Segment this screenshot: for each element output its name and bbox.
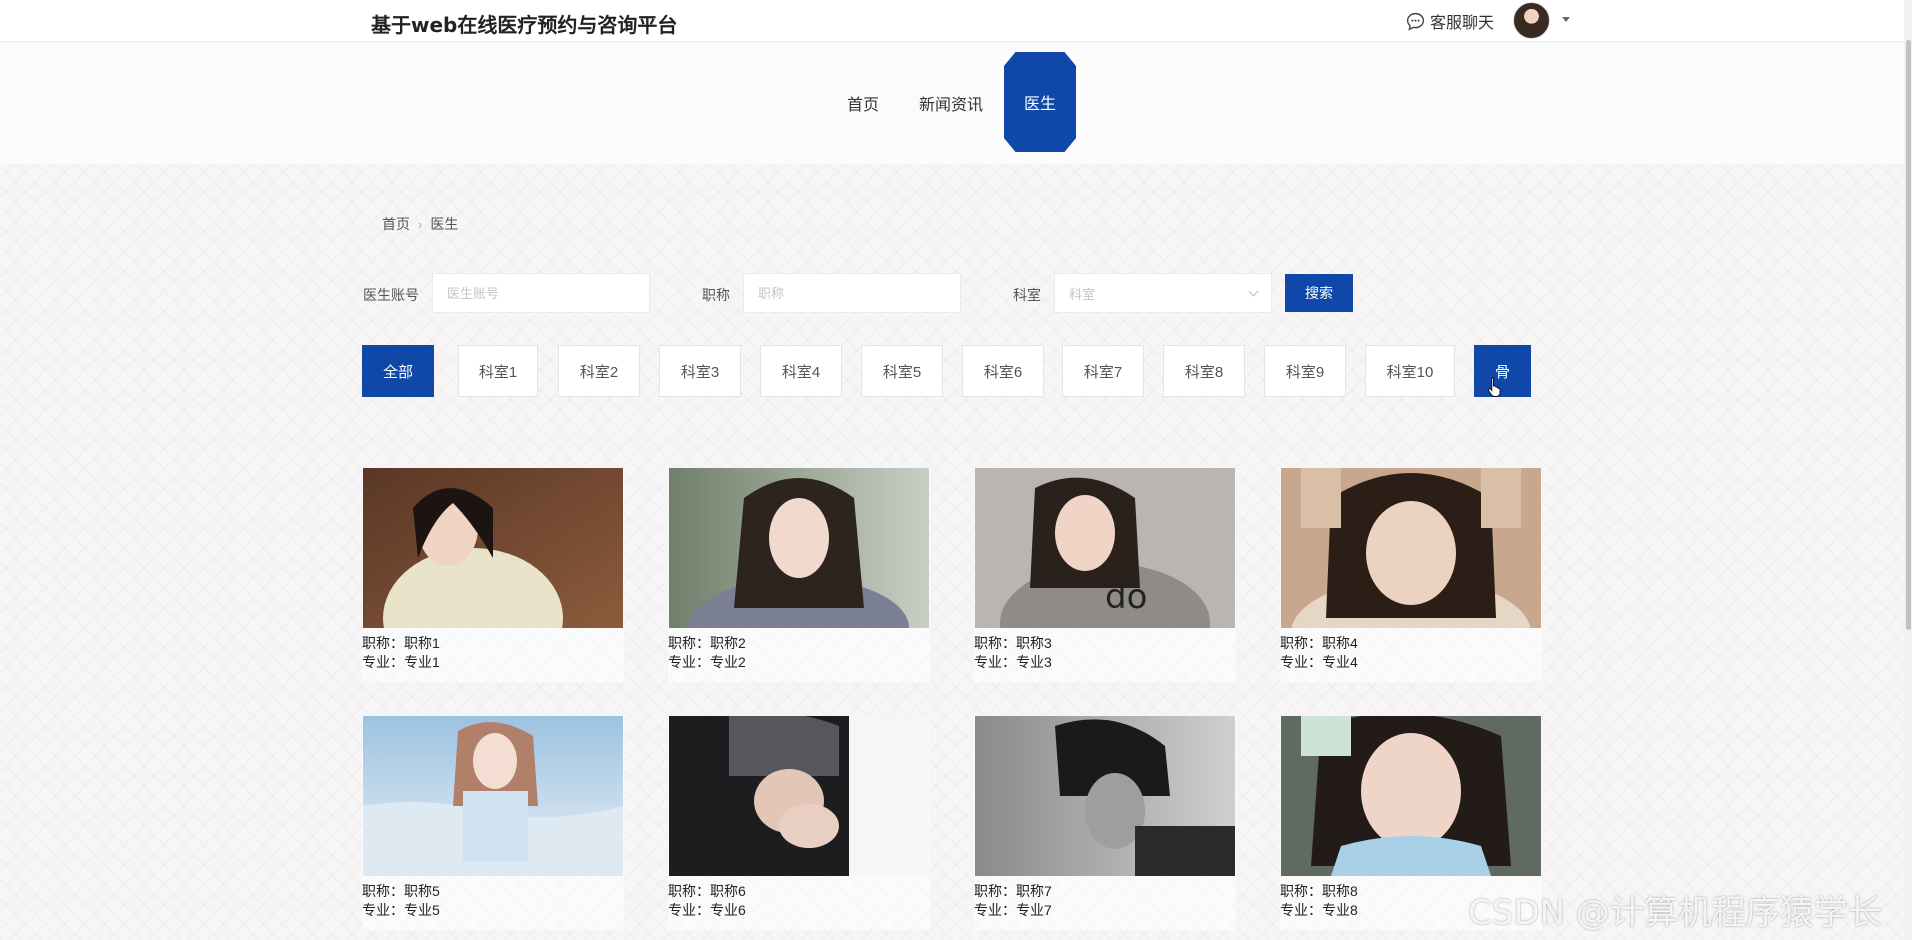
dept-filter-3[interactable]: 科室3: [659, 345, 741, 397]
search-button[interactable]: 搜索: [1285, 274, 1353, 312]
doctor-title: 职称：职称6: [668, 883, 746, 899]
nav-news[interactable]: 新闻资讯: [913, 42, 989, 164]
dept-filter-6[interactable]: 科室6: [962, 345, 1044, 397]
doctor-card[interactable]: 职称：职称5 专业：专业5: [362, 716, 624, 930]
doctor-title: 职称：职称3: [974, 635, 1052, 651]
doctor-title: 职称：职称5: [362, 883, 440, 899]
dept-filter-7[interactable]: 科室7: [1062, 345, 1144, 397]
department-select[interactable]: 科室: [1054, 273, 1272, 313]
title-label: 职称: [702, 287, 730, 303]
department-select-placeholder: 科室: [1069, 286, 1096, 302]
breadcrumb-home[interactable]: 首页: [382, 214, 410, 234]
doctor-specialty: 专业：专业8: [1280, 902, 1358, 918]
doctor-card[interactable]: 职称：职称6 专业：专业6: [668, 716, 930, 930]
doctor-specialty: 专业：专业7: [974, 902, 1052, 918]
doctor-photo: do: [975, 468, 1235, 628]
doctor-photo: [669, 468, 929, 628]
csdn-watermark: CSDN @计算机程序猿学长: [1468, 893, 1882, 933]
doctor-title: 职称：职称8: [1280, 883, 1358, 899]
doctor-account-input[interactable]: [432, 273, 650, 313]
nav-home[interactable]: 首页: [840, 42, 886, 164]
dept-filter-4[interactable]: 科室4: [760, 345, 842, 397]
doctor-card[interactable]: 职称：职称1 专业：专业1: [362, 468, 624, 682]
doctor-specialty: 专业：专业4: [1280, 654, 1358, 670]
doctor-photo: [1281, 468, 1541, 628]
doctor-account-label: 医生账号: [363, 287, 419, 303]
scrollbar-thumb[interactable]: [1906, 40, 1911, 630]
title-input[interactable]: [743, 273, 961, 313]
top-bar: 基于web在线医疗预约与咨询平台 客服聊天: [0, 0, 1912, 42]
svg-text:do: do: [1105, 577, 1147, 617]
doctor-photo: [1281, 716, 1541, 876]
dept-filter-10[interactable]: 科室10: [1365, 345, 1455, 397]
nav-doctor[interactable]: 医生: [1004, 52, 1076, 152]
doctor-card[interactable]: 职称：职称4 专业：专业4: [1280, 468, 1542, 682]
doctor-photo: [363, 716, 623, 876]
dept-filter-5[interactable]: 科室5: [861, 345, 943, 397]
breadcrumb-current: 医生: [430, 216, 459, 232]
doctor-title: 职称：职称2: [668, 635, 746, 651]
doctor-title: 职称：职称1: [362, 635, 440, 651]
breadcrumb: 首页 › 医生: [382, 214, 458, 234]
doctor-photo: [669, 716, 929, 876]
customer-chat-link[interactable]: 客服聊天: [1405, 10, 1494, 32]
department-label: 科室: [1013, 287, 1041, 303]
chevron-down-icon: [1248, 286, 1259, 296]
site-title: 基于web在线医疗预约与咨询平台: [371, 13, 678, 37]
doctor-specialty: 专业：专业2: [668, 654, 746, 670]
doctor-card[interactable]: 职称：职称2 专业：专业2: [668, 468, 930, 682]
doctor-specialty: 专业：专业3: [974, 654, 1052, 670]
doctor-specialty: 专业：专业1: [362, 654, 440, 670]
doctor-card[interactable]: 职称：职称7 专业：专业7: [974, 716, 1236, 930]
dept-filter-2[interactable]: 科室2: [558, 345, 640, 397]
doctor-specialty: 专业：专业6: [668, 902, 746, 918]
main-nav: 首页 新闻资讯 医生: [0, 42, 1912, 164]
doctor-photo: [363, 468, 623, 628]
doctor-title: 职称：职称7: [974, 883, 1052, 899]
chat-label: 客服聊天: [1430, 15, 1495, 32]
dept-filter-1[interactable]: 科室1: [458, 345, 538, 397]
doctor-title: 职称：职称4: [1280, 635, 1358, 651]
chevron-down-icon[interactable]: [1562, 17, 1570, 22]
dept-filter-all[interactable]: 全部: [362, 345, 434, 397]
chevron-right-icon: ›: [418, 216, 423, 232]
doctor-specialty: 专业：专业5: [362, 902, 440, 918]
user-avatar[interactable]: [1513, 2, 1550, 39]
chat-bubble-icon: [1406, 12, 1425, 31]
dept-filter-8[interactable]: 科室8: [1163, 345, 1245, 397]
doctor-card[interactable]: do 职称：职称3 专业：专业3: [974, 468, 1236, 682]
dept-filter-9[interactable]: 科室9: [1264, 345, 1346, 397]
doctor-photo: [975, 716, 1235, 876]
hand-pointer-icon: [1487, 377, 1501, 397]
